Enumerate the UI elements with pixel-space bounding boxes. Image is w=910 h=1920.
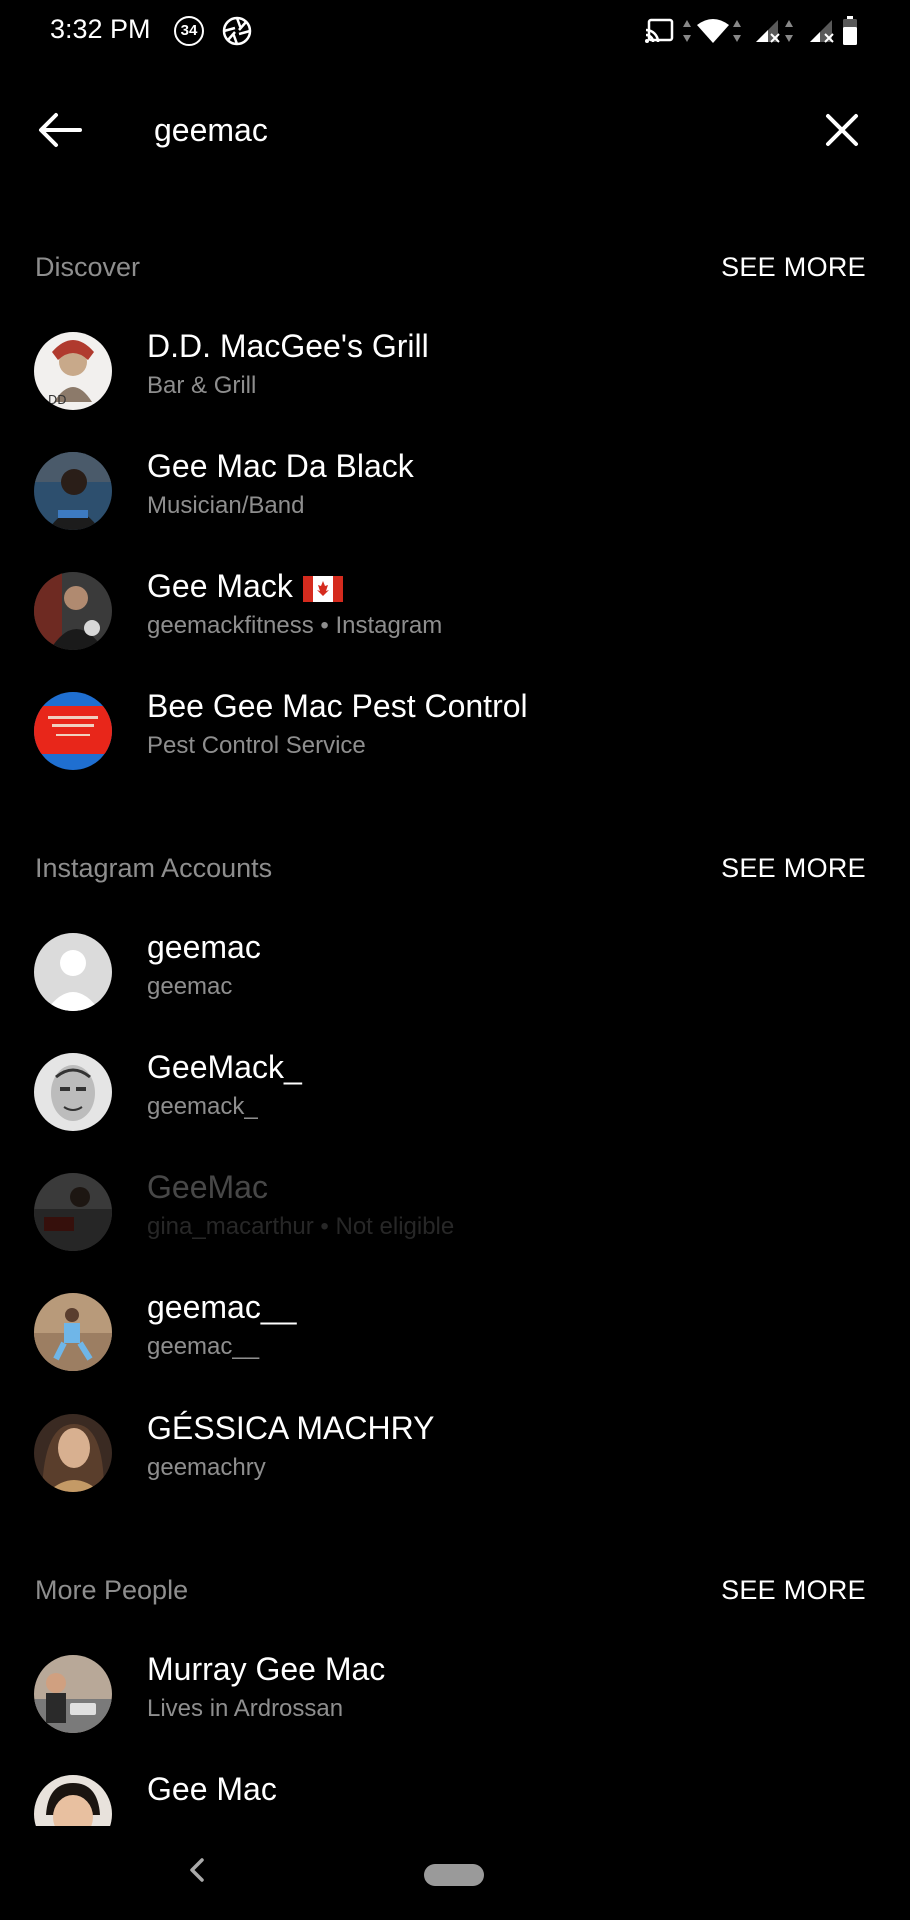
- signal-activity-icon: [785, 20, 793, 42]
- avatar: DD: [34, 332, 112, 410]
- section-title: Instagram Accounts: [35, 853, 273, 883]
- back-arrow-icon[interactable]: [36, 110, 86, 150]
- result-row[interactable]: Gee Mac Da Black Musician/Band: [0, 434, 910, 544]
- result-name: Gee Mack: [147, 568, 343, 605]
- result-name: Gee Mac Da Black: [147, 448, 414, 484]
- avatar: [34, 1414, 112, 1492]
- result-name: GeeMac: [147, 1169, 268, 1205]
- signal-icon: [756, 20, 780, 43]
- section-header-discover: Discover SEE MORE: [0, 242, 910, 292]
- svg-text:DD: DD: [48, 393, 66, 407]
- result-row[interactable]: Murray Gee Mac Lives in Ardrossan: [0, 1637, 910, 1747]
- result-row[interactable]: Gee Mac: [0, 1757, 910, 1826]
- result-row-disabled: GeeMac gina_macarthur • Not eligible: [0, 1155, 910, 1265]
- wifi-activity-icon: [733, 20, 741, 42]
- data-activity-icon: [683, 20, 691, 42]
- result-name: geemac: [147, 929, 261, 965]
- result-row[interactable]: Bee Gee Mac Pest Control Pest Control Se…: [0, 674, 910, 784]
- see-more-button[interactable]: SEE MORE: [721, 252, 866, 283]
- result-row[interactable]: GeeMack_ geemack_: [0, 1035, 910, 1145]
- avatar: [34, 452, 112, 530]
- avatar: [34, 1053, 112, 1131]
- result-subtitle: Lives in Ardrossan: [147, 1695, 344, 1722]
- avatar: [34, 1293, 112, 1371]
- result-name: Bee Gee Mac Pest Control: [147, 688, 528, 724]
- avatar: [34, 692, 112, 770]
- result-subtitle: Musician/Band: [147, 492, 305, 519]
- see-more-button[interactable]: SEE MORE: [721, 853, 866, 884]
- result-name: Gee Mac: [147, 1771, 277, 1807]
- signal-2-icon: [810, 20, 834, 43]
- home-pill-button[interactable]: [424, 1864, 484, 1886]
- nav-back-icon[interactable]: [182, 1850, 212, 1890]
- result-subtitle: geemack_: [147, 1093, 258, 1120]
- aperture-icon: [222, 16, 252, 46]
- section-title: Discover: [35, 252, 141, 282]
- system-nav-bar: [0, 1826, 910, 1920]
- avatar: [34, 1655, 112, 1733]
- avatar: [34, 572, 112, 650]
- result-subtitle: geemachry: [147, 1454, 266, 1481]
- result-row[interactable]: Gee Mack geemackfitness • Instagram: [0, 554, 910, 664]
- battery-icon: [843, 16, 857, 45]
- result-subtitle: geemac__: [147, 1333, 260, 1360]
- result-row[interactable]: geemac geemac: [0, 915, 910, 1025]
- section-title: More People: [35, 1575, 189, 1605]
- close-icon[interactable]: [822, 110, 862, 150]
- result-row[interactable]: GÉSSICA MACHRY geemachry: [0, 1396, 910, 1506]
- result-subtitle: Bar & Grill: [147, 372, 257, 399]
- avatar: [34, 1173, 112, 1251]
- result-row[interactable]: geemac__ geemac__: [0, 1275, 910, 1385]
- result-subtitle: geemac: [147, 973, 233, 1000]
- see-more-button[interactable]: SEE MORE: [721, 1575, 866, 1606]
- result-subtitle: geemackfitness • Instagram: [147, 612, 443, 639]
- result-subtitle: gina_macarthur • Not eligible: [147, 1213, 455, 1240]
- result-name: geemac__: [147, 1289, 297, 1325]
- section-header-instagram-accounts: Instagram Accounts SEE MORE: [0, 843, 910, 893]
- result-name: GeeMack_: [147, 1049, 302, 1085]
- canada-flag-icon: [302, 575, 343, 602]
- cast-icon: [645, 18, 674, 43]
- status-time: 3:32 PM: [50, 14, 151, 44]
- result-row[interactable]: DD D.D. MacGee's Grill Bar & Grill: [0, 314, 910, 424]
- status-bar: 3:32 PM 34: [0, 0, 910, 64]
- result-name: Murray Gee Mac: [147, 1651, 386, 1687]
- screen: 3:32 PM 34 geemac Discover SEE MORE DD D…: [0, 0, 910, 1920]
- section-header-more-people: More People SEE MORE: [0, 1565, 910, 1615]
- wifi-icon: [697, 19, 729, 43]
- default-avatar-icon: [34, 933, 112, 1011]
- avatar: [34, 1775, 112, 1826]
- result-name: D.D. MacGee's Grill: [147, 328, 429, 364]
- search-input[interactable]: [154, 106, 794, 154]
- result-subtitle: Pest Control Service: [147, 732, 366, 759]
- result-name: GÉSSICA MACHRY: [147, 1410, 435, 1446]
- notification-count-badge: 34: [174, 16, 204, 46]
- search-header: [0, 90, 910, 170]
